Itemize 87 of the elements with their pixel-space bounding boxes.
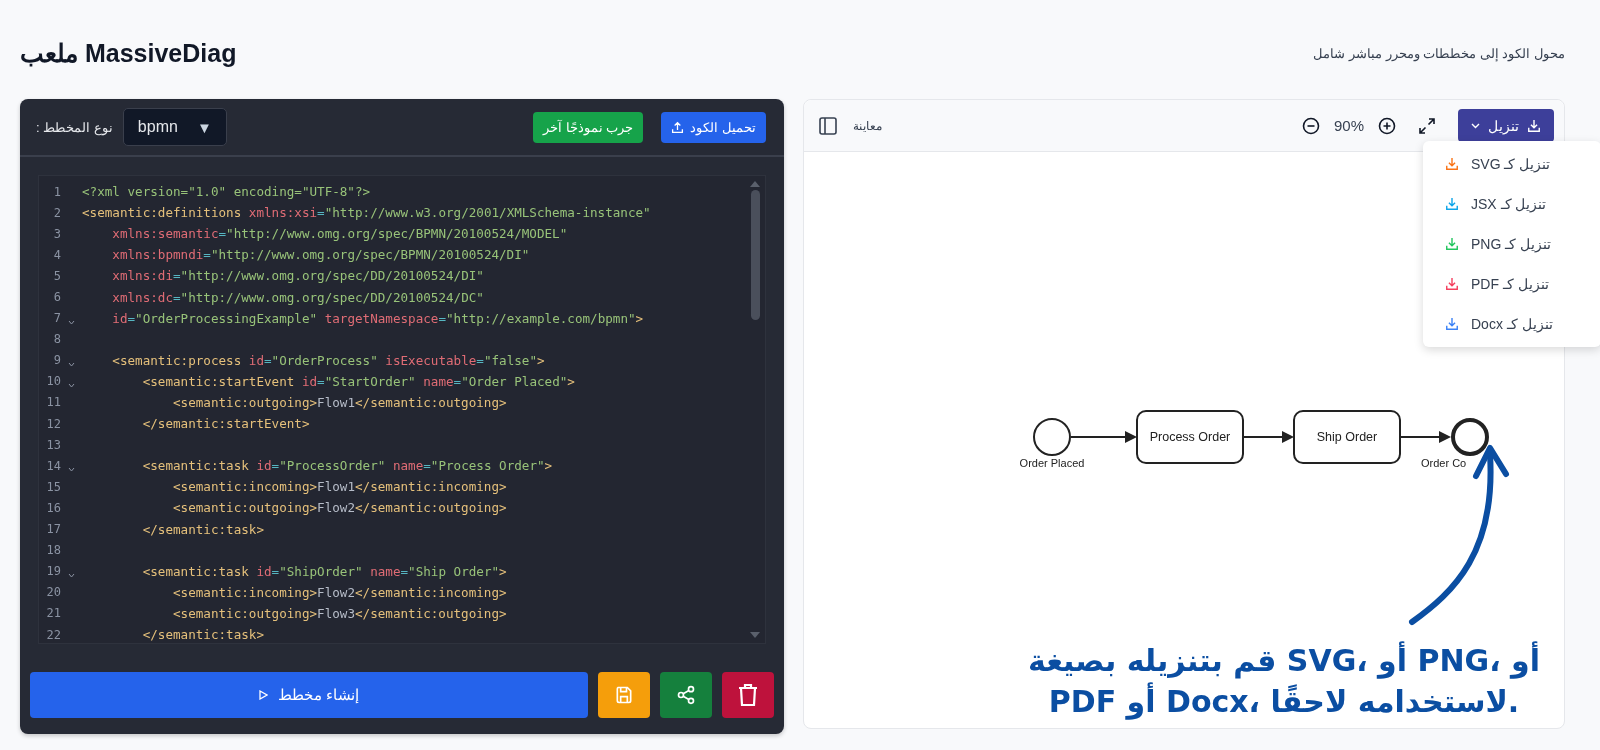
scroll-down-icon[interactable] xyxy=(750,632,760,638)
line-number: 5 xyxy=(52,268,61,283)
code-editor[interactable] xyxy=(38,175,766,644)
flow-arrow xyxy=(1242,431,1294,443)
line-number: 18 xyxy=(45,543,61,558)
line-number: 8 xyxy=(52,332,61,347)
line-number: 1 xyxy=(52,184,61,199)
code-line: <semantic:definitions xmlns:xsi="http://www.w3.org/2001/XMLSchema-instance" xyxy=(82,205,651,221)
fold-chevron-icon[interactable] xyxy=(68,382,75,388)
code-line: <semantic:startEvent id="StartOrder" name="Order Placed"> xyxy=(141,373,575,389)
app-title: ملعب MassiveDiag xyxy=(20,39,237,68)
save-icon xyxy=(614,685,634,705)
flow-arrow xyxy=(1070,431,1137,443)
code-line: xmlns:dc="http://www.omg.org/spec/DD/20100524/DC" xyxy=(111,289,484,305)
line-number: 6 xyxy=(52,290,61,304)
line-number: 4 xyxy=(52,247,61,262)
zoom-in-icon[interactable] xyxy=(1378,116,1396,135)
code-line: <semantic:process id="OrderProcess" isExecutable="false"> xyxy=(111,352,545,368)
code-line: </semantic:startEvent> xyxy=(141,416,310,432)
download-button[interactable]: تنزيل xyxy=(1458,109,1554,142)
download-menu-item[interactable]: تنزيل كـ PDF xyxy=(1423,264,1600,304)
upload-icon xyxy=(671,120,685,134)
line-number: 19 xyxy=(45,564,61,579)
fullscreen-icon[interactable] xyxy=(1418,116,1436,135)
share-button[interactable] xyxy=(660,672,712,718)
task-label: Ship Order xyxy=(1316,430,1378,444)
chevron-down-icon xyxy=(1471,122,1480,129)
code-line: xmlns:bpmndi="http://www.omg.org/spec/BPMN/20100524/DI" xyxy=(111,247,530,263)
code-line: </semantic:task> xyxy=(141,627,264,642)
preview-label: معاينة xyxy=(853,118,882,133)
flow-arrow xyxy=(1399,431,1451,443)
line-number: 22 xyxy=(45,627,61,642)
trash-icon xyxy=(738,684,758,706)
line-number: 7 xyxy=(52,311,61,326)
upload-code-button[interactable]: تحميل الكود xyxy=(661,111,766,143)
download-menu-item[interactable]: تنزيل كـ Docx xyxy=(1423,304,1600,344)
code-line: xmlns:semantic="http://www.omg.org/spec/BPMN/20100524/MODEL" xyxy=(111,226,568,242)
play-icon xyxy=(258,690,268,700)
code-line: <semantic:incoming>Flow1</semantic:incoming> xyxy=(172,479,507,495)
fold-chevron-icon[interactable] xyxy=(68,361,75,367)
diagram-type-select[interactable]: bpmn ▼ xyxy=(122,108,227,146)
line-number: 20 xyxy=(45,585,61,600)
scroll-up-icon[interactable] xyxy=(750,181,760,187)
zoom-level: 90% xyxy=(1333,117,1364,134)
annotation-text: قم بتنزيله بصيغة SVG، أو PNG، أو PDF أو Docx، لاستخدامه لاحقًا. xyxy=(1027,641,1541,722)
end-event xyxy=(1451,418,1489,456)
line-number: 3 xyxy=(52,226,61,241)
code-line: <semantic:outgoing>Flow1</semantic:outgoing> xyxy=(172,395,507,410)
line-number: 14 xyxy=(45,458,61,473)
sidebar-toggle-icon[interactable] xyxy=(819,116,837,135)
generate-diagram-button[interactable]: إنشاء مخطط xyxy=(30,672,588,718)
download-icon xyxy=(1527,118,1541,133)
code-line: <?xml version="1.0" encoding="UTF-8"?> xyxy=(82,184,371,200)
start-event xyxy=(1033,418,1071,456)
line-number: 15 xyxy=(45,479,61,494)
code-line: <semantic:task id="ProcessOrder" name="Process Order"> xyxy=(141,458,553,474)
code-line: xmlns:di="http://www.omg.org/spec/DD/20100524/DI" xyxy=(111,268,484,284)
download-menu-item[interactable]: تنزيل كـ JSX xyxy=(1423,184,1600,224)
line-number: 13 xyxy=(45,437,61,452)
fold-chevron-icon[interactable] xyxy=(68,319,75,325)
code-line: </semantic:task> xyxy=(141,521,264,537)
line-number: 2 xyxy=(52,205,61,220)
line-number: 9 xyxy=(52,353,61,368)
line-number: 21 xyxy=(45,606,61,621)
download-menu-item[interactable]: تنزيل كـ PNG xyxy=(1423,224,1600,264)
line-number: 10 xyxy=(45,374,61,389)
event-label: Order Co xyxy=(1421,457,1467,469)
code-line: <semantic:outgoing>Flow2</semantic:outgoing> xyxy=(172,500,507,516)
fold-chevron-icon[interactable] xyxy=(68,467,75,473)
app-subtitle: محول الكود إلى مخططات ومحرر مباشر شامل xyxy=(1313,46,1565,61)
line-number: 12 xyxy=(45,416,61,431)
zoom-out-icon[interactable] xyxy=(1301,116,1320,135)
event-label: Order Placed xyxy=(1019,457,1085,469)
line-number: 17 xyxy=(45,522,61,537)
code-line: <semantic:incoming>Flow2</semantic:incoming> xyxy=(172,584,507,600)
task-label: Process Order xyxy=(1149,430,1231,444)
code-line: <semantic:outgoing>Flow3</semantic:outgoing> xyxy=(172,605,507,621)
delete-button[interactable] xyxy=(722,672,774,718)
diagram-type-label: نوع المخطط : xyxy=(36,119,113,135)
code-line: id="OrderProcessingExample" targetNamespace="http://example.com/bpmn"> xyxy=(111,310,644,326)
line-number: 16 xyxy=(45,500,61,515)
line-number: 11 xyxy=(45,395,61,410)
code-line: <semantic:task id="ShipOrder" name="Ship Order"> xyxy=(141,563,507,579)
download-menu-item[interactable]: تنزيل كـ SVG xyxy=(1423,144,1600,184)
scrollbar-thumb[interactable] xyxy=(750,190,760,320)
fold-chevron-icon[interactable] xyxy=(68,572,75,578)
share-icon xyxy=(676,685,696,705)
